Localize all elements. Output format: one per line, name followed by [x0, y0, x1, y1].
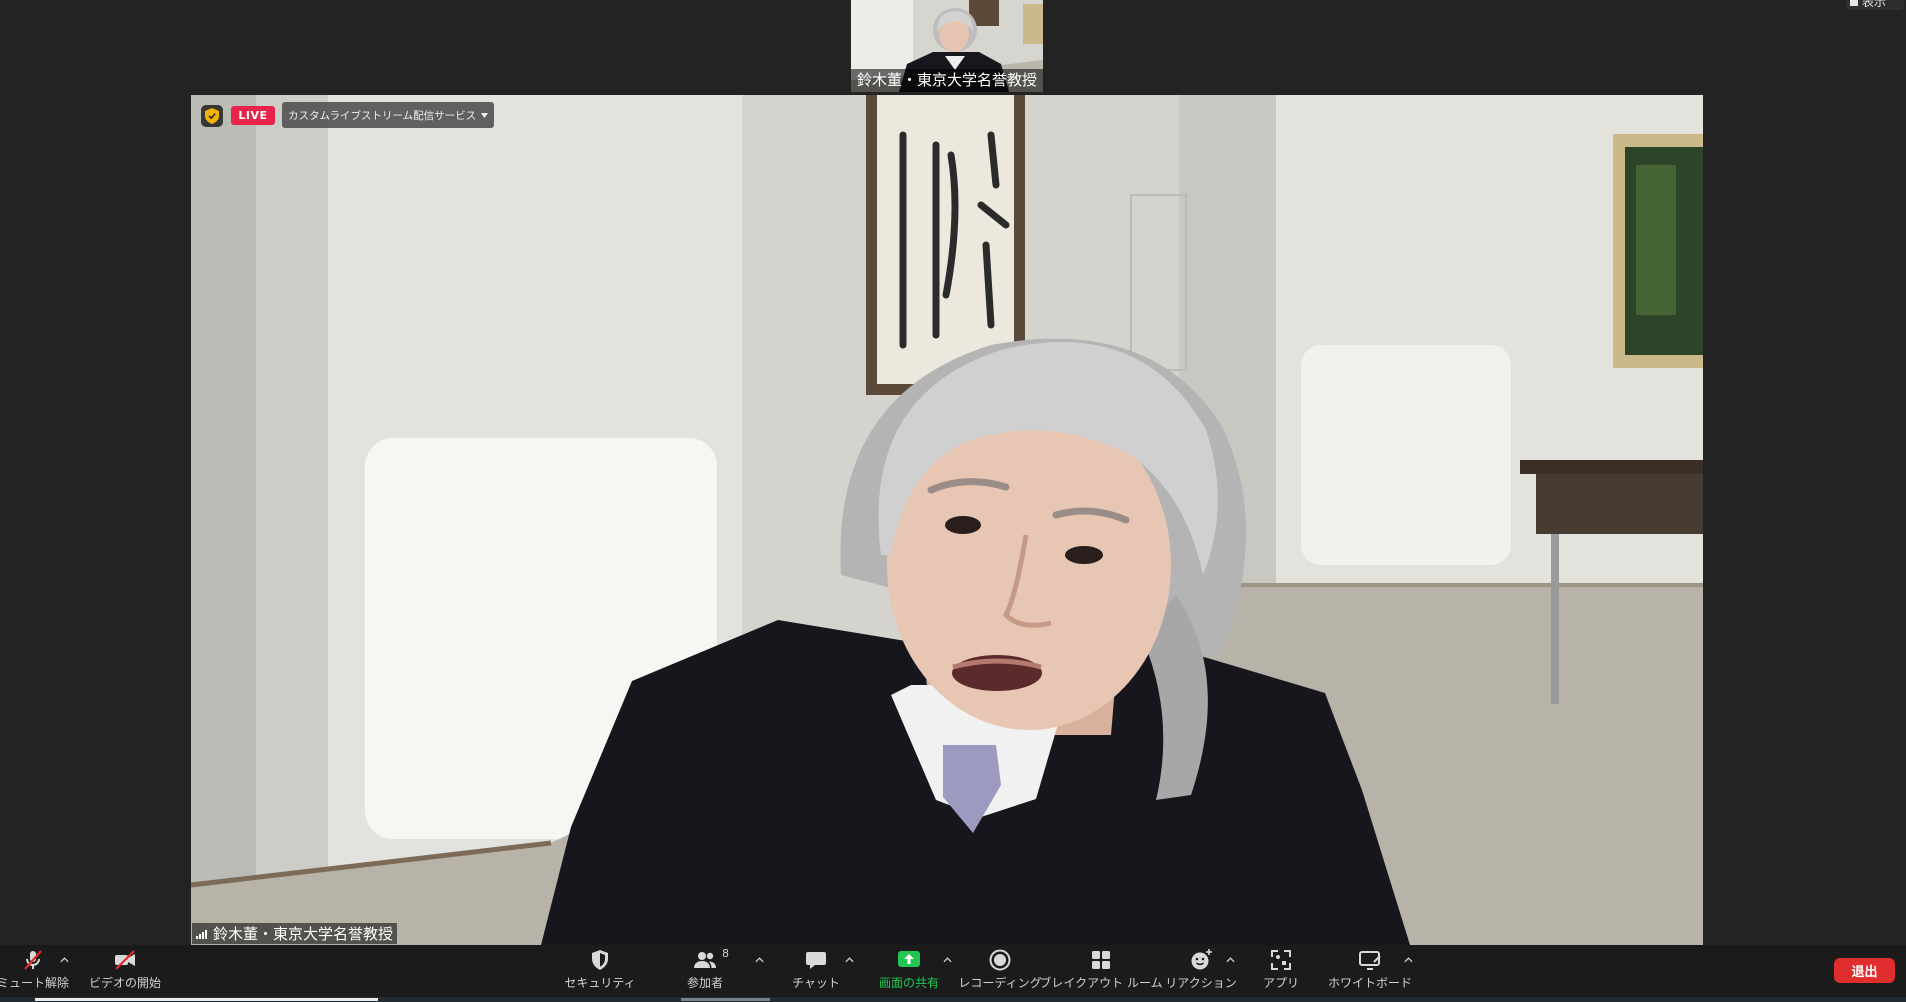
live-badge: LIVE [231, 106, 275, 125]
audio-options-chevron-up-icon[interactable] [60, 957, 69, 963]
chat-options-chevron-up-icon[interactable] [845, 957, 854, 963]
whiteboard-label: ホワイトボード [1327, 976, 1412, 990]
unmute-label: ミュート解除 [0, 976, 70, 990]
strip-highlight-segment [35, 998, 378, 1001]
breakout-rooms-label: ブレイクアウト ルーム [1039, 976, 1163, 990]
side-table-top [1520, 460, 1703, 474]
breakout-rooms-button[interactable]: ブレイクアウト ルーム [1036, 947, 1166, 993]
apps-label: アプリ [1262, 976, 1299, 990]
security-button[interactable]: セキュリティ [555, 947, 645, 993]
participants-label: 参加者 [686, 976, 723, 990]
view-square-icon [1850, 0, 1858, 6]
chat-bubble-icon [803, 947, 829, 973]
meeting-toolbar: ミュート解除 ビデオの開始 セキュリティ 参加者 8 チャット 画面の共有 レコ… [0, 945, 1906, 997]
participants-icon [692, 947, 718, 973]
video-camera-off-icon [112, 947, 138, 973]
participants-button[interactable]: 参加者 [665, 947, 745, 993]
share-screen-icon [896, 947, 922, 973]
record-label: レコーディング [958, 976, 1042, 990]
view-options-content: 表示 [1846, 0, 1904, 9]
view-options-button[interactable]: 表示 [1846, 0, 1904, 10]
record-icon [987, 947, 1013, 973]
participants-options-chevron-up-icon[interactable] [755, 957, 764, 963]
microphone-muted-icon [20, 947, 46, 973]
whiteboard-options-chevron-up-icon[interactable] [1404, 957, 1413, 963]
chat-label: チャット [792, 976, 840, 990]
start-video-button[interactable]: ビデオの開始 [88, 947, 162, 993]
right-wall-sunlight [1301, 345, 1511, 565]
left-wall-shadow [191, 95, 256, 945]
unmute-button[interactable]: ミュート解除 [0, 947, 70, 993]
reactions-button[interactable]: リアクション [1161, 947, 1241, 993]
shield-icon [587, 947, 613, 973]
painting-foliage [1636, 165, 1676, 315]
record-button[interactable]: レコーディング [950, 947, 1050, 993]
left-wall-side [256, 95, 328, 945]
encryption-status-badge[interactable] [201, 105, 223, 127]
side-table-leg [1551, 534, 1559, 704]
reactions-options-chevron-up-icon[interactable] [1226, 957, 1235, 963]
strip-gray-segment [681, 998, 770, 1001]
livestream-service-dropdown[interactable]: カスタムライブストリーム配信サービス [282, 102, 495, 128]
left-eye [945, 516, 981, 534]
reactions-label: リアクション [1165, 976, 1237, 990]
speaker-name: 鈴木董・東京大学名誉教授 [213, 925, 394, 943]
active-speaker-video: LIVE カスタムライブストリーム配信サービス 鈴木董・東京大学名誉教授 [191, 95, 1703, 945]
speaker-name-tag: 鈴木董・東京大学名誉教授 [192, 923, 398, 944]
chat-button[interactable]: チャット [781, 947, 851, 993]
breakout-rooms-icon [1088, 947, 1114, 973]
signal-bars-icon [196, 929, 207, 939]
caret-down-icon [481, 112, 489, 118]
shield-icon [205, 108, 219, 124]
whiteboard-icon [1357, 947, 1383, 973]
participant-thumbnail[interactable]: 鈴木董・東京大学名誉教授 [851, 0, 1043, 92]
view-label: 表示 [1862, 0, 1887, 9]
livestream-service-label: カスタムライブストリーム配信サービス [288, 109, 477, 122]
leave-meeting-button[interactable]: 退出 [1834, 958, 1895, 983]
start-video-label: ビデオの開始 [88, 976, 161, 990]
security-label: セキュリティ [564, 976, 636, 990]
participant-count-badge: 8 [722, 947, 729, 960]
apps-button[interactable]: アプリ [1251, 947, 1311, 993]
reaction-smiley-icon [1188, 947, 1214, 973]
thumbnail-name-label: 鈴木董・東京大学名誉教授 [851, 69, 1043, 92]
share-screen-label: 画面の共有 [878, 976, 939, 990]
apps-icon [1268, 947, 1294, 973]
side-table-body [1536, 474, 1703, 534]
right-eye [1065, 546, 1103, 564]
window-bottom-strip [0, 997, 1906, 1002]
thumb-painting [1023, 4, 1043, 44]
whiteboard-button[interactable]: ホワイトボード [1320, 947, 1420, 993]
speaker-video-image [191, 95, 1703, 945]
share-screen-button[interactable]: 画面の共有 [864, 947, 954, 993]
